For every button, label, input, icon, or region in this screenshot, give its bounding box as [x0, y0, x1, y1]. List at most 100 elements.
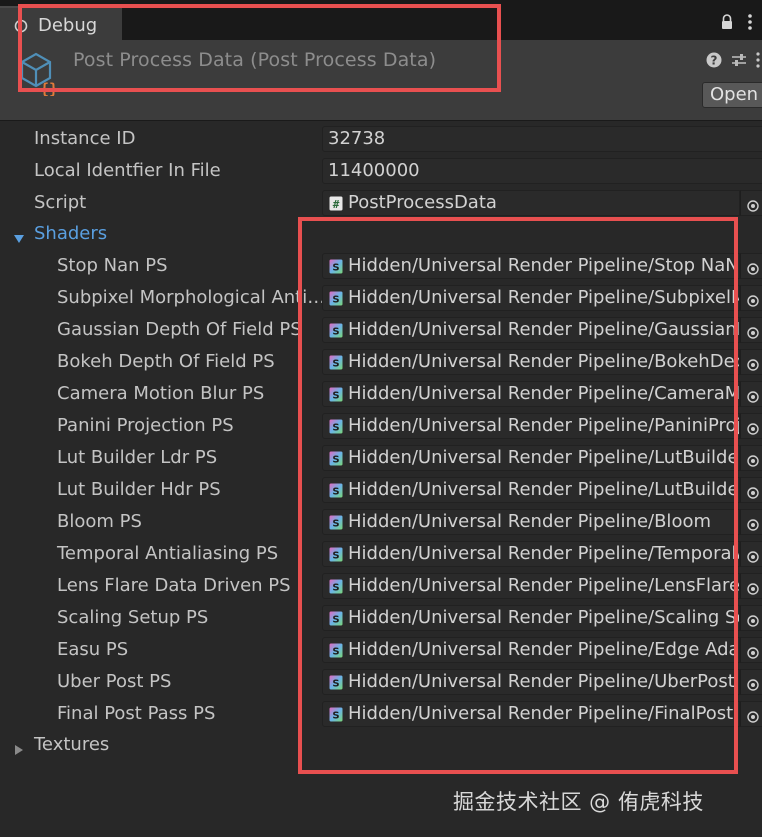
- shader-row: Temporal Antialiasing PS S Hidden/Universa…: [0, 538, 762, 570]
- lock-icon[interactable]: [720, 14, 734, 30]
- svg-text:S: S: [332, 519, 339, 530]
- shader-object-field[interactable]: S Hidden/Universal Render Pipeline/BokehD…: [322, 349, 740, 375]
- shader-name: Hidden/Universal Render Pipeline/Subpixe…: [348, 287, 740, 308]
- shader-row: Lut Builder Hdr PS S Hidden/Universal Rend…: [0, 474, 762, 506]
- svg-text:S: S: [332, 583, 339, 594]
- shader-object-field[interactable]: S Hidden/Universal Render Pipeline/Panini…: [322, 413, 740, 439]
- object-picker-button[interactable]: [740, 190, 762, 216]
- svg-text:S: S: [332, 359, 339, 370]
- open-button[interactable]: Open: [702, 82, 762, 108]
- csharp-script-icon: #: [329, 196, 343, 211]
- field-local-identifier: Local Identfier In File 11400000: [0, 155, 762, 187]
- shader-object-field[interactable]: S Hidden/Universal Render Pipeline/UberPo…: [322, 669, 740, 695]
- svg-text:#: #: [333, 198, 340, 211]
- shader-label: Temporal Antialiasing PS: [57, 543, 279, 564]
- shaders-foldout[interactable]: Shaders: [0, 218, 762, 250]
- shader-label: Camera Motion Blur PS: [57, 383, 265, 404]
- shader-row: Lut Builder Ldr PS S Hidden/Universal Rend…: [0, 442, 762, 474]
- shader-label: Lut Builder Ldr PS: [57, 447, 218, 468]
- shader-name: Hidden/Universal Render Pipeline/CameraM…: [348, 383, 740, 404]
- shader-name: Hidden/Universal Render Pipeline/Gaussia…: [348, 319, 740, 340]
- shader-row: Gaussian Depth Of Field PS S Hidden/Univer…: [0, 314, 762, 346]
- shader-row: Uber Post PS S Hidden/Universal Render Pip…: [0, 666, 762, 698]
- object-picker-button[interactable]: [740, 381, 762, 407]
- shader-icon: S: [329, 483, 343, 498]
- shader-icon: S: [329, 707, 343, 722]
- shader-object-field[interactable]: S Hidden/Universal Render Pipeline/Bloom: [322, 509, 740, 535]
- more-menu-icon[interactable]: [746, 12, 754, 32]
- shader-label: Scaling Setup PS: [57, 607, 209, 628]
- object-picker-button[interactable]: [740, 701, 762, 727]
- object-picker-icon: [747, 197, 759, 212]
- help-icon[interactable]: ?: [705, 51, 723, 69]
- shader-label: Lut Builder Hdr PS: [57, 479, 221, 500]
- shader-object-field[interactable]: S Hidden/Universal Render Pipeline/FinalP…: [322, 701, 740, 727]
- inspector-header: {} Post Process Data (Post Process Data)…: [0, 40, 762, 120]
- shader-icon: S: [329, 323, 343, 338]
- svg-text:S: S: [332, 327, 339, 338]
- instance-id-field[interactable]: 32738: [322, 126, 762, 152]
- script-object-field[interactable]: # PostProcessData: [322, 190, 740, 216]
- preset-sliders-icon[interactable]: [730, 51, 748, 69]
- shader-icon: S: [329, 643, 343, 658]
- svg-text:S: S: [332, 455, 339, 466]
- object-picker-button[interactable]: [740, 413, 762, 439]
- object-picker-button[interactable]: [740, 477, 762, 503]
- tab-debug[interactable]: Debug: [0, 6, 122, 40]
- shader-object-field[interactable]: S Hidden/Universal Render Pipeline/LensFl…: [322, 573, 740, 599]
- field-label: Script: [34, 192, 87, 213]
- object-picker-button[interactable]: [740, 605, 762, 631]
- local-identifier-field[interactable]: 11400000: [322, 158, 762, 184]
- shader-icon: S: [329, 355, 343, 370]
- shader-label: Gaussian Depth Of Field PS: [57, 319, 302, 340]
- shader-object-field[interactable]: S Hidden/Universal Render Pipeline/Gaussi…: [322, 317, 740, 343]
- shader-object-field[interactable]: S Hidden/Universal Render Pipeline/Tempor…: [322, 541, 740, 567]
- object-picker-icon: [747, 612, 759, 627]
- field-script: Script # PostProcessData: [0, 187, 762, 219]
- shader-object-field[interactable]: S Hidden/Universal Render Pipeline/LutBui…: [322, 477, 740, 503]
- object-picker-icon: [747, 356, 759, 371]
- shader-object-field[interactable]: S Hidden/Universal Render Pipeline/Camera…: [322, 381, 740, 407]
- object-picker-button[interactable]: [740, 317, 762, 343]
- shader-name: Hidden/Universal Render Pipeline/UberPos…: [348, 671, 735, 692]
- svg-text:S: S: [332, 711, 339, 722]
- component-menu-icon[interactable]: [754, 51, 762, 69]
- shader-object-field[interactable]: S Hidden/Universal Render Pipeline/Subpix…: [322, 285, 740, 311]
- textures-foldout[interactable]: Textures: [0, 729, 762, 761]
- shader-name: Hidden/Universal Render Pipeline/LutBuil…: [348, 447, 740, 468]
- object-picker-button[interactable]: [740, 509, 762, 535]
- shader-icon: S: [329, 579, 343, 594]
- svg-text:S: S: [332, 391, 339, 402]
- foldout-collapsed-icon: [13, 740, 25, 755]
- shader-name: Hidden/Universal Render Pipeline/Edge Ad…: [348, 639, 740, 660]
- shader-row: Bloom PS S Hidden/Universal Render Pipelin…: [0, 506, 762, 538]
- shader-name: Hidden/Universal Render Pipeline/Tempora…: [348, 543, 740, 564]
- object-picker-button[interactable]: [740, 285, 762, 311]
- shader-icon: S: [329, 547, 343, 562]
- shader-row: Easu PS S Hidden/Universal Render Pipeline…: [0, 634, 762, 666]
- object-picker-button[interactable]: [740, 573, 762, 599]
- object-picker-icon: [747, 708, 759, 723]
- field-label: Local Identfier In File: [34, 160, 221, 181]
- shader-label: Bloom PS: [57, 511, 142, 532]
- svg-text:{}: {}: [40, 80, 58, 96]
- shader-object-field[interactable]: S Hidden/Universal Render Pipeline/Stop N…: [322, 253, 740, 279]
- shader-row: Panini Projection PS S Hidden/Universal Re…: [0, 410, 762, 442]
- object-picker-icon: [747, 644, 759, 659]
- shader-icon: S: [329, 259, 343, 274]
- svg-text:S: S: [332, 263, 339, 274]
- shader-label: Easu PS: [57, 639, 129, 660]
- shader-name: Hidden/Universal Render Pipeline/BokehDe…: [348, 351, 740, 372]
- shader-object-field[interactable]: S Hidden/Universal Render Pipeline/Edge A…: [322, 637, 740, 663]
- object-picker-button[interactable]: [740, 253, 762, 279]
- scriptable-object-icon: {}: [18, 50, 64, 98]
- object-picker-button[interactable]: [740, 349, 762, 375]
- debug-inspector-icon: [14, 19, 28, 33]
- shader-object-field[interactable]: S Hidden/Universal Render Pipeline/LutBui…: [322, 445, 740, 471]
- object-picker-icon: [747, 324, 759, 339]
- shader-object-field[interactable]: S Hidden/Universal Render Pipeline/Scalin…: [322, 605, 740, 631]
- object-picker-button[interactable]: [740, 669, 762, 695]
- object-picker-button[interactable]: [740, 637, 762, 663]
- object-picker-button[interactable]: [740, 445, 762, 471]
- object-picker-button[interactable]: [740, 541, 762, 567]
